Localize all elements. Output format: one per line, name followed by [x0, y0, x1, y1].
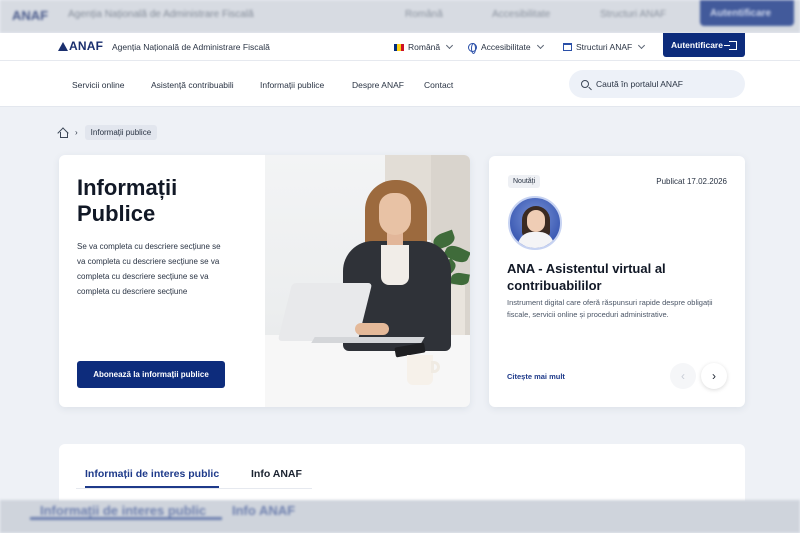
structures-label: Structuri ANAF [576, 42, 633, 52]
tab-info-anaf[interactable]: Info ANAF [251, 468, 302, 486]
carousel-next-button[interactable]: › [701, 363, 727, 389]
news-title: ANA - Asistentul virtual al contribuabil… [507, 261, 666, 293]
avatar-face [527, 210, 545, 232]
chevron-down-icon [446, 41, 454, 50]
hero-card: Informații Publice Se va completa cu des… [59, 155, 470, 407]
home-icon[interactable] [58, 128, 68, 138]
ghost-tab-1: Informații de interes public [40, 503, 207, 518]
romania-flag-icon [394, 43, 404, 51]
agency-name: Agenția Națională de Administrare Fiscal… [112, 42, 270, 52]
news-badge: Noutăți [508, 175, 541, 188]
ghost-footer-strip: Informații de interes public Info ANAF [0, 500, 800, 533]
published-date: Publicat 17.02.2026 [656, 177, 727, 186]
photo-laptop-base [311, 337, 425, 343]
chevron-down-icon [536, 41, 544, 50]
photo-hand [355, 323, 389, 335]
anaf-logo-icon [58, 42, 68, 51]
login-button[interactable]: Autentificare [663, 33, 745, 57]
nav-item-online-services[interactable]: Servicii online [72, 80, 124, 90]
breadcrumb: › Informații publice [58, 125, 158, 140]
ghost-language: Română [405, 9, 443, 20]
ghost-logo: ANAF [12, 8, 49, 23]
nav-item-contact[interactable]: Contact [424, 80, 453, 90]
tabs-divider [76, 488, 312, 489]
globe-icon [468, 42, 477, 54]
anaf-logo[interactable]: ANAF [58, 39, 103, 53]
page-title: Informații Publice [77, 175, 178, 226]
language-selector[interactable]: Română [394, 41, 454, 52]
language-label: Română [408, 42, 441, 52]
login-icon [723, 40, 737, 50]
avatar-body [518, 232, 554, 248]
photo-shirt [381, 245, 409, 285]
ghost-tab-2: Info ANAF [232, 503, 296, 518]
logo-text: ANAF [69, 39, 104, 53]
hero-description: Se va completa cu descriere secțiune se … [77, 242, 221, 296]
search-box[interactable] [569, 70, 745, 98]
structures-menu[interactable]: Structuri ANAF [563, 41, 646, 52]
search-icon [581, 80, 589, 88]
nav-item-taxpayer-assistance[interactable]: Asistență contribuabili [151, 80, 234, 90]
main-navigation: Servicii online Asistență contribuabili … [0, 61, 800, 107]
tab-public-interest-info[interactable]: Informații de interes public [85, 468, 220, 488]
news-description: Instrument digital care oferă răspunsuri… [507, 298, 713, 319]
photo-face [379, 193, 411, 235]
breadcrumb-separator: › [75, 128, 78, 137]
search-input[interactable] [596, 79, 736, 89]
read-more-link[interactable]: Citește mai mult [507, 372, 565, 381]
breadcrumb-current: Informații publice [84, 125, 158, 140]
photo-mug [407, 355, 433, 385]
chevron-down-icon [638, 41, 646, 50]
accessibility-label: Accesibilitate [481, 42, 531, 52]
building-icon [563, 43, 572, 51]
ghost-header-strip: ANAF Agenția Națională de Administrare F… [0, 0, 800, 33]
news-card: Noutăți Publicat 17.02.2026 ANA - Asiste… [489, 156, 745, 407]
avatar [508, 196, 562, 250]
ghost-accessibility: Accesibilitate [492, 9, 551, 20]
hero-photo [265, 155, 470, 407]
nav-item-public-information[interactable]: Informații publice [260, 80, 324, 90]
ghost-login-button: Autentificare [700, 0, 794, 26]
ghost-structures: Structuri ANAF [600, 9, 667, 20]
login-label: Autentificare [671, 40, 723, 50]
subscribe-button[interactable]: Abonează la informații publice [77, 361, 225, 388]
accessibility-menu[interactable]: Accesibilitate [468, 41, 544, 54]
ghost-tab-underline [30, 517, 222, 520]
flag-stripe-red [400, 43, 404, 51]
carousel-prev-button[interactable]: ‹ [670, 363, 696, 389]
ghost-agency-name: Agenția Națională de Administrare Fiscal… [68, 9, 254, 20]
nav-item-about-anaf[interactable]: Despre ANAF [352, 80, 404, 90]
